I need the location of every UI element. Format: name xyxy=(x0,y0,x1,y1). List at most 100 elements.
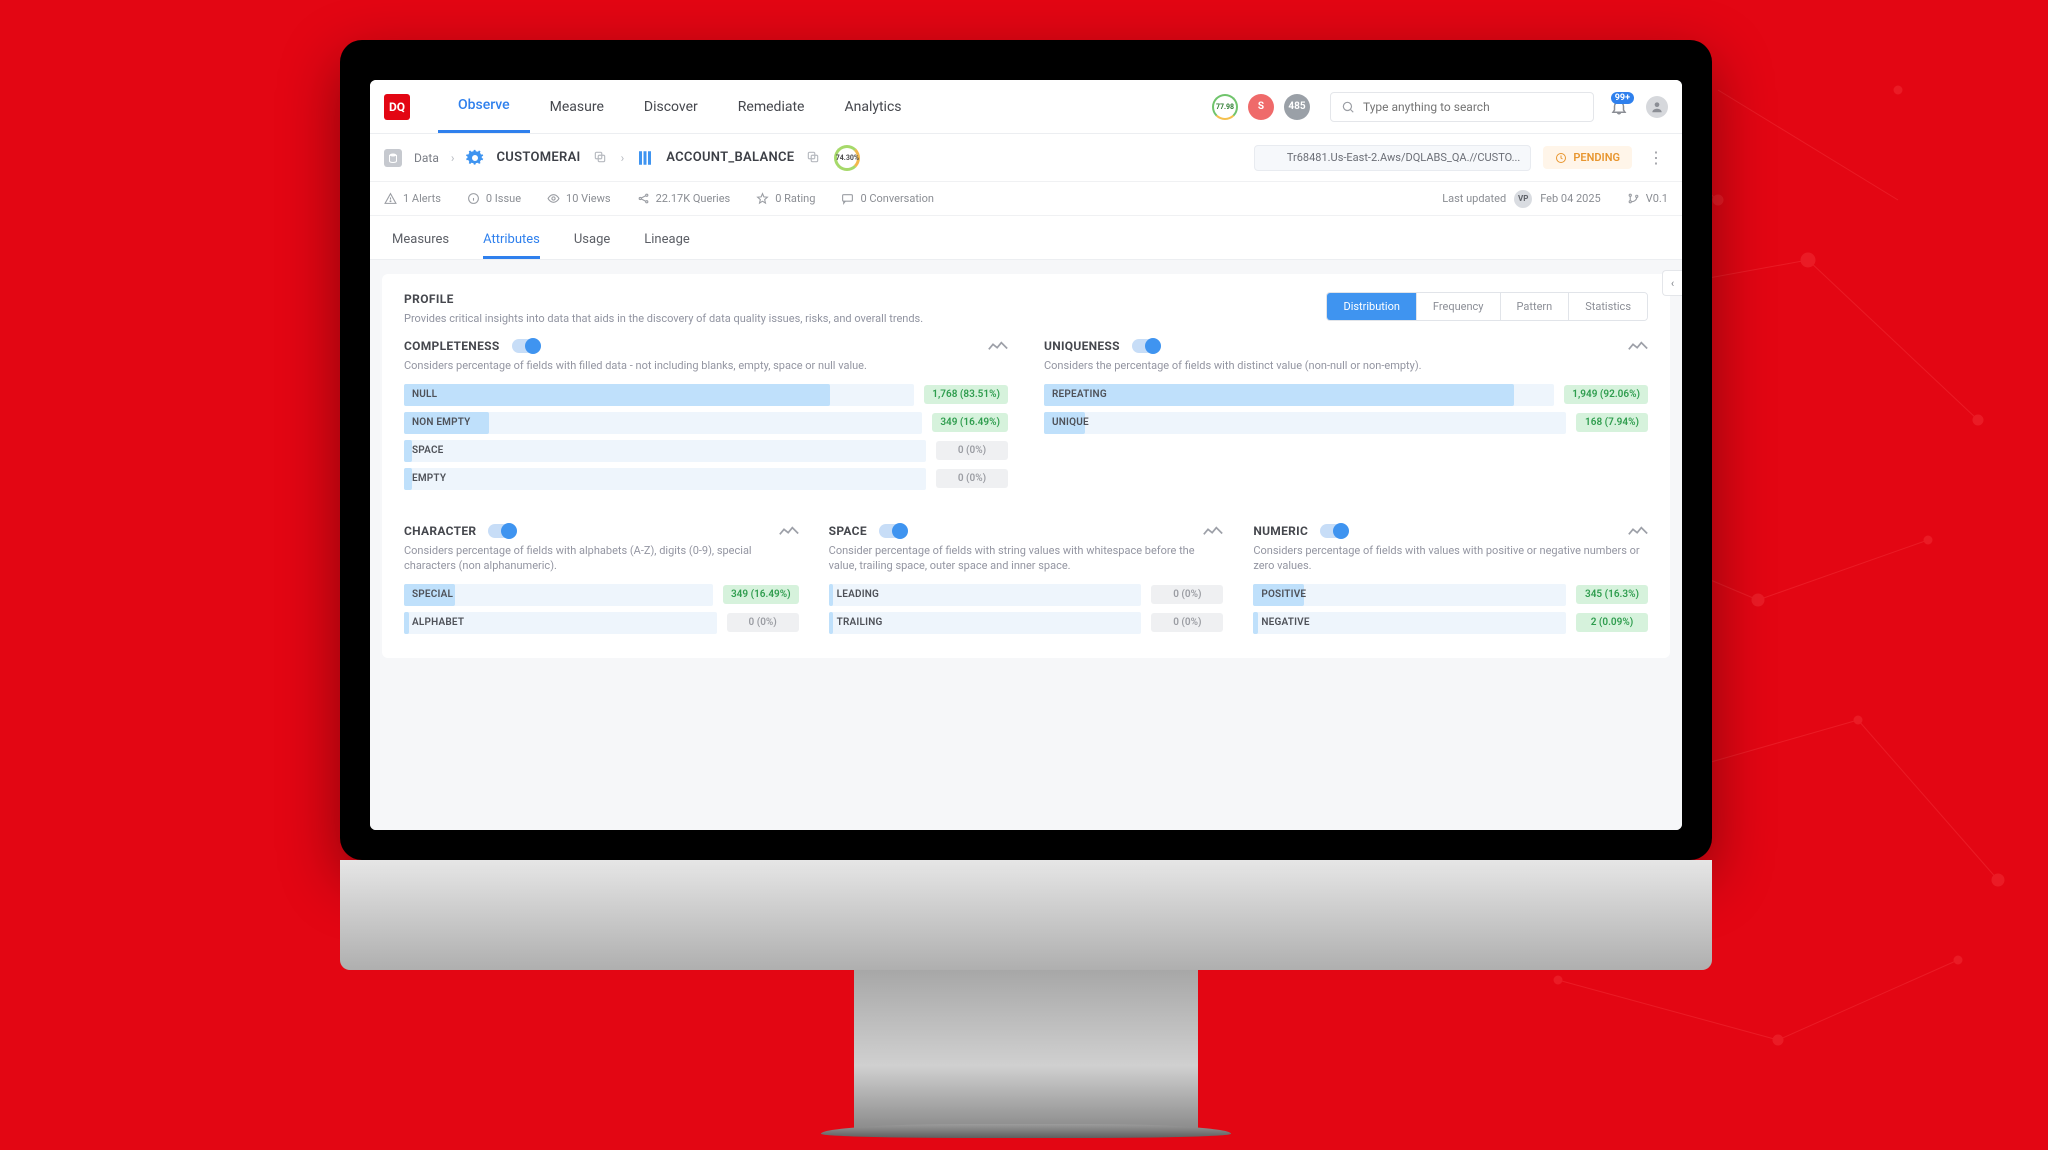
version-text: V0.1 xyxy=(1646,192,1668,205)
tab-measure[interactable]: Measure xyxy=(530,80,624,133)
metric-bar: SPACE xyxy=(404,440,926,462)
stat-alerts[interactable]: 1 Alerts xyxy=(384,192,441,205)
metric-row: SPACE0 (0%) xyxy=(404,440,1008,462)
database-icon xyxy=(384,149,402,167)
info-icon xyxy=(467,192,480,205)
crumb-customerai[interactable]: CUSTOMERAI xyxy=(496,150,580,165)
chevron-right-icon: › xyxy=(621,151,625,165)
metric-completeness: COMPLETENESSConsiders percentage of fiel… xyxy=(404,339,1008,496)
stat-issue[interactable]: 0 Issue xyxy=(467,192,521,205)
metric-desc: Consider percentage of fields with strin… xyxy=(829,544,1224,574)
sub-tabs: Measures Attributes Usage Lineage xyxy=(370,216,1682,260)
version-info[interactable]: V0.1 xyxy=(1627,192,1668,205)
crumb-account-balance[interactable]: ACCOUNT_BALANCE xyxy=(666,150,794,165)
metric-toggle[interactable] xyxy=(512,339,540,353)
stat-views[interactable]: 10 Views xyxy=(547,192,611,205)
main-nav-tabs: Observe Measure Discover Remediate Analy… xyxy=(438,80,922,133)
metric-title: SPACE xyxy=(829,524,867,538)
search-icon xyxy=(1341,100,1355,114)
metric-bar-fill xyxy=(404,384,830,406)
tab-remediate[interactable]: Remediate xyxy=(718,80,825,133)
metric-desc: Considers percentage of fields with valu… xyxy=(1253,544,1648,574)
metric-bar-label: NULL xyxy=(412,384,437,406)
crumb-data[interactable]: Data xyxy=(414,151,439,165)
seg-statistics[interactable]: Statistics xyxy=(1568,293,1647,320)
metric-value-pill: 349 (16.49%) xyxy=(932,413,1008,432)
alert-icon xyxy=(384,192,397,205)
sparkline-icon[interactable] xyxy=(779,525,799,537)
seg-frequency[interactable]: Frequency xyxy=(1416,293,1500,320)
stat-alerts-text: 1 Alerts xyxy=(403,192,441,205)
chevron-right-icon: › xyxy=(451,151,455,165)
metric-row: POSITIVE 345 (16.3%) xyxy=(1253,584,1648,606)
tab-discover[interactable]: Discover xyxy=(624,80,718,133)
badge-gray[interactable]: 485 xyxy=(1284,94,1310,120)
sparkline-icon[interactable] xyxy=(1628,525,1648,537)
monitor-neck xyxy=(854,970,1198,1130)
metric-toggle[interactable] xyxy=(1320,524,1348,538)
metric-bar-label: SPECIAL xyxy=(412,584,453,606)
metric-bar-fill xyxy=(404,468,412,490)
metric-row: TRAILING0 (0%) xyxy=(829,612,1224,634)
tab-observe[interactable]: Observe xyxy=(438,80,530,133)
metric-bar: TRAILING xyxy=(829,612,1142,634)
metric-value-pill: 345 (16.3%) xyxy=(1576,585,1648,604)
metric-row: LEADING0 (0%) xyxy=(829,584,1224,606)
subtab-usage[interactable]: Usage xyxy=(574,232,610,259)
stat-rating[interactable]: 0 Rating xyxy=(756,192,815,205)
subtab-measures[interactable]: Measures xyxy=(392,232,449,259)
metric-bar-label: SPACE xyxy=(412,440,444,462)
stat-conversation[interactable]: 0 Conversation xyxy=(841,192,934,205)
global-search[interactable] xyxy=(1330,92,1594,122)
seg-pattern[interactable]: Pattern xyxy=(1500,293,1569,320)
metric-value-pill: 2 (0.09%) xyxy=(1576,613,1648,632)
metric-value-pill: 0 (0%) xyxy=(727,613,799,632)
sparkline-icon[interactable] xyxy=(1203,525,1223,537)
metric-toggle[interactable] xyxy=(488,524,516,538)
panel-collapse-button[interactable]: ‹ xyxy=(1662,270,1682,296)
stat-queries[interactable]: 22.17K Queries xyxy=(637,192,731,205)
asset-path-pill[interactable]: Tr68481.Us-East-2.Aws/DQLABS_QA.//CUSTO.… xyxy=(1254,145,1531,171)
subtab-attributes[interactable]: Attributes xyxy=(483,232,540,259)
bell-count: 99+ xyxy=(1611,92,1634,104)
user-avatar[interactable] xyxy=(1646,96,1668,118)
metric-bar-label: UNIQUE xyxy=(1052,412,1089,434)
metric-row: REPEATING1,949 (92.06%) xyxy=(1044,384,1648,406)
copy-icon[interactable] xyxy=(593,150,609,166)
asset-score-ring[interactable]: 74.30% xyxy=(834,145,860,171)
metric-bar-label: REPEATING xyxy=(1052,384,1107,406)
share-icon xyxy=(637,192,650,205)
metric-bar-label: NON EMPTY xyxy=(412,412,471,434)
subtab-lineage[interactable]: Lineage xyxy=(644,232,690,259)
metric-bar: UNIQUE xyxy=(1044,412,1566,434)
notifications-button[interactable]: 99+ xyxy=(1610,98,1628,116)
metric-toggle[interactable] xyxy=(879,524,907,538)
seg-distribution[interactable]: Distribution xyxy=(1327,293,1415,320)
score-ring[interactable]: 77.98 xyxy=(1212,94,1238,120)
app-logo[interactable]: DQ xyxy=(384,94,410,120)
monitor-foot xyxy=(821,1124,1231,1138)
metric-row: EMPTY0 (0%) xyxy=(404,468,1008,490)
metric-bar-fill xyxy=(829,612,834,634)
metric-bar: POSITIVE xyxy=(1253,584,1566,606)
metric-bar: LEADING xyxy=(829,584,1142,606)
sparkline-icon[interactable] xyxy=(1628,340,1648,352)
copy-icon[interactable] xyxy=(806,150,822,166)
tab-analytics[interactable]: Analytics xyxy=(824,80,921,133)
metric-numeric: NUMERICConsiders percentage of fields wi… xyxy=(1253,524,1648,640)
metric-bar-label: LEADING xyxy=(837,584,879,606)
badge-red[interactable]: S xyxy=(1248,94,1274,120)
search-input[interactable] xyxy=(1363,100,1583,114)
metric-bar: NON EMPTY xyxy=(404,412,922,434)
more-menu-icon[interactable]: ⋮ xyxy=(1644,148,1668,167)
metric-toggle[interactable] xyxy=(1132,339,1160,353)
metric-character: CHARACTERConsiders percentage of fields … xyxy=(404,524,799,640)
sparkline-icon[interactable] xyxy=(988,340,1008,352)
user-icon xyxy=(1650,100,1664,114)
metric-bar-fill xyxy=(404,440,412,462)
metric-bar-label: EMPTY xyxy=(412,468,446,490)
status-pending-pill[interactable]: PENDING xyxy=(1543,146,1632,169)
updater-avatar[interactable]: VP xyxy=(1514,190,1532,208)
metric-desc: Considers percentage of fields with fill… xyxy=(404,359,1008,374)
clock-icon xyxy=(1555,152,1567,164)
